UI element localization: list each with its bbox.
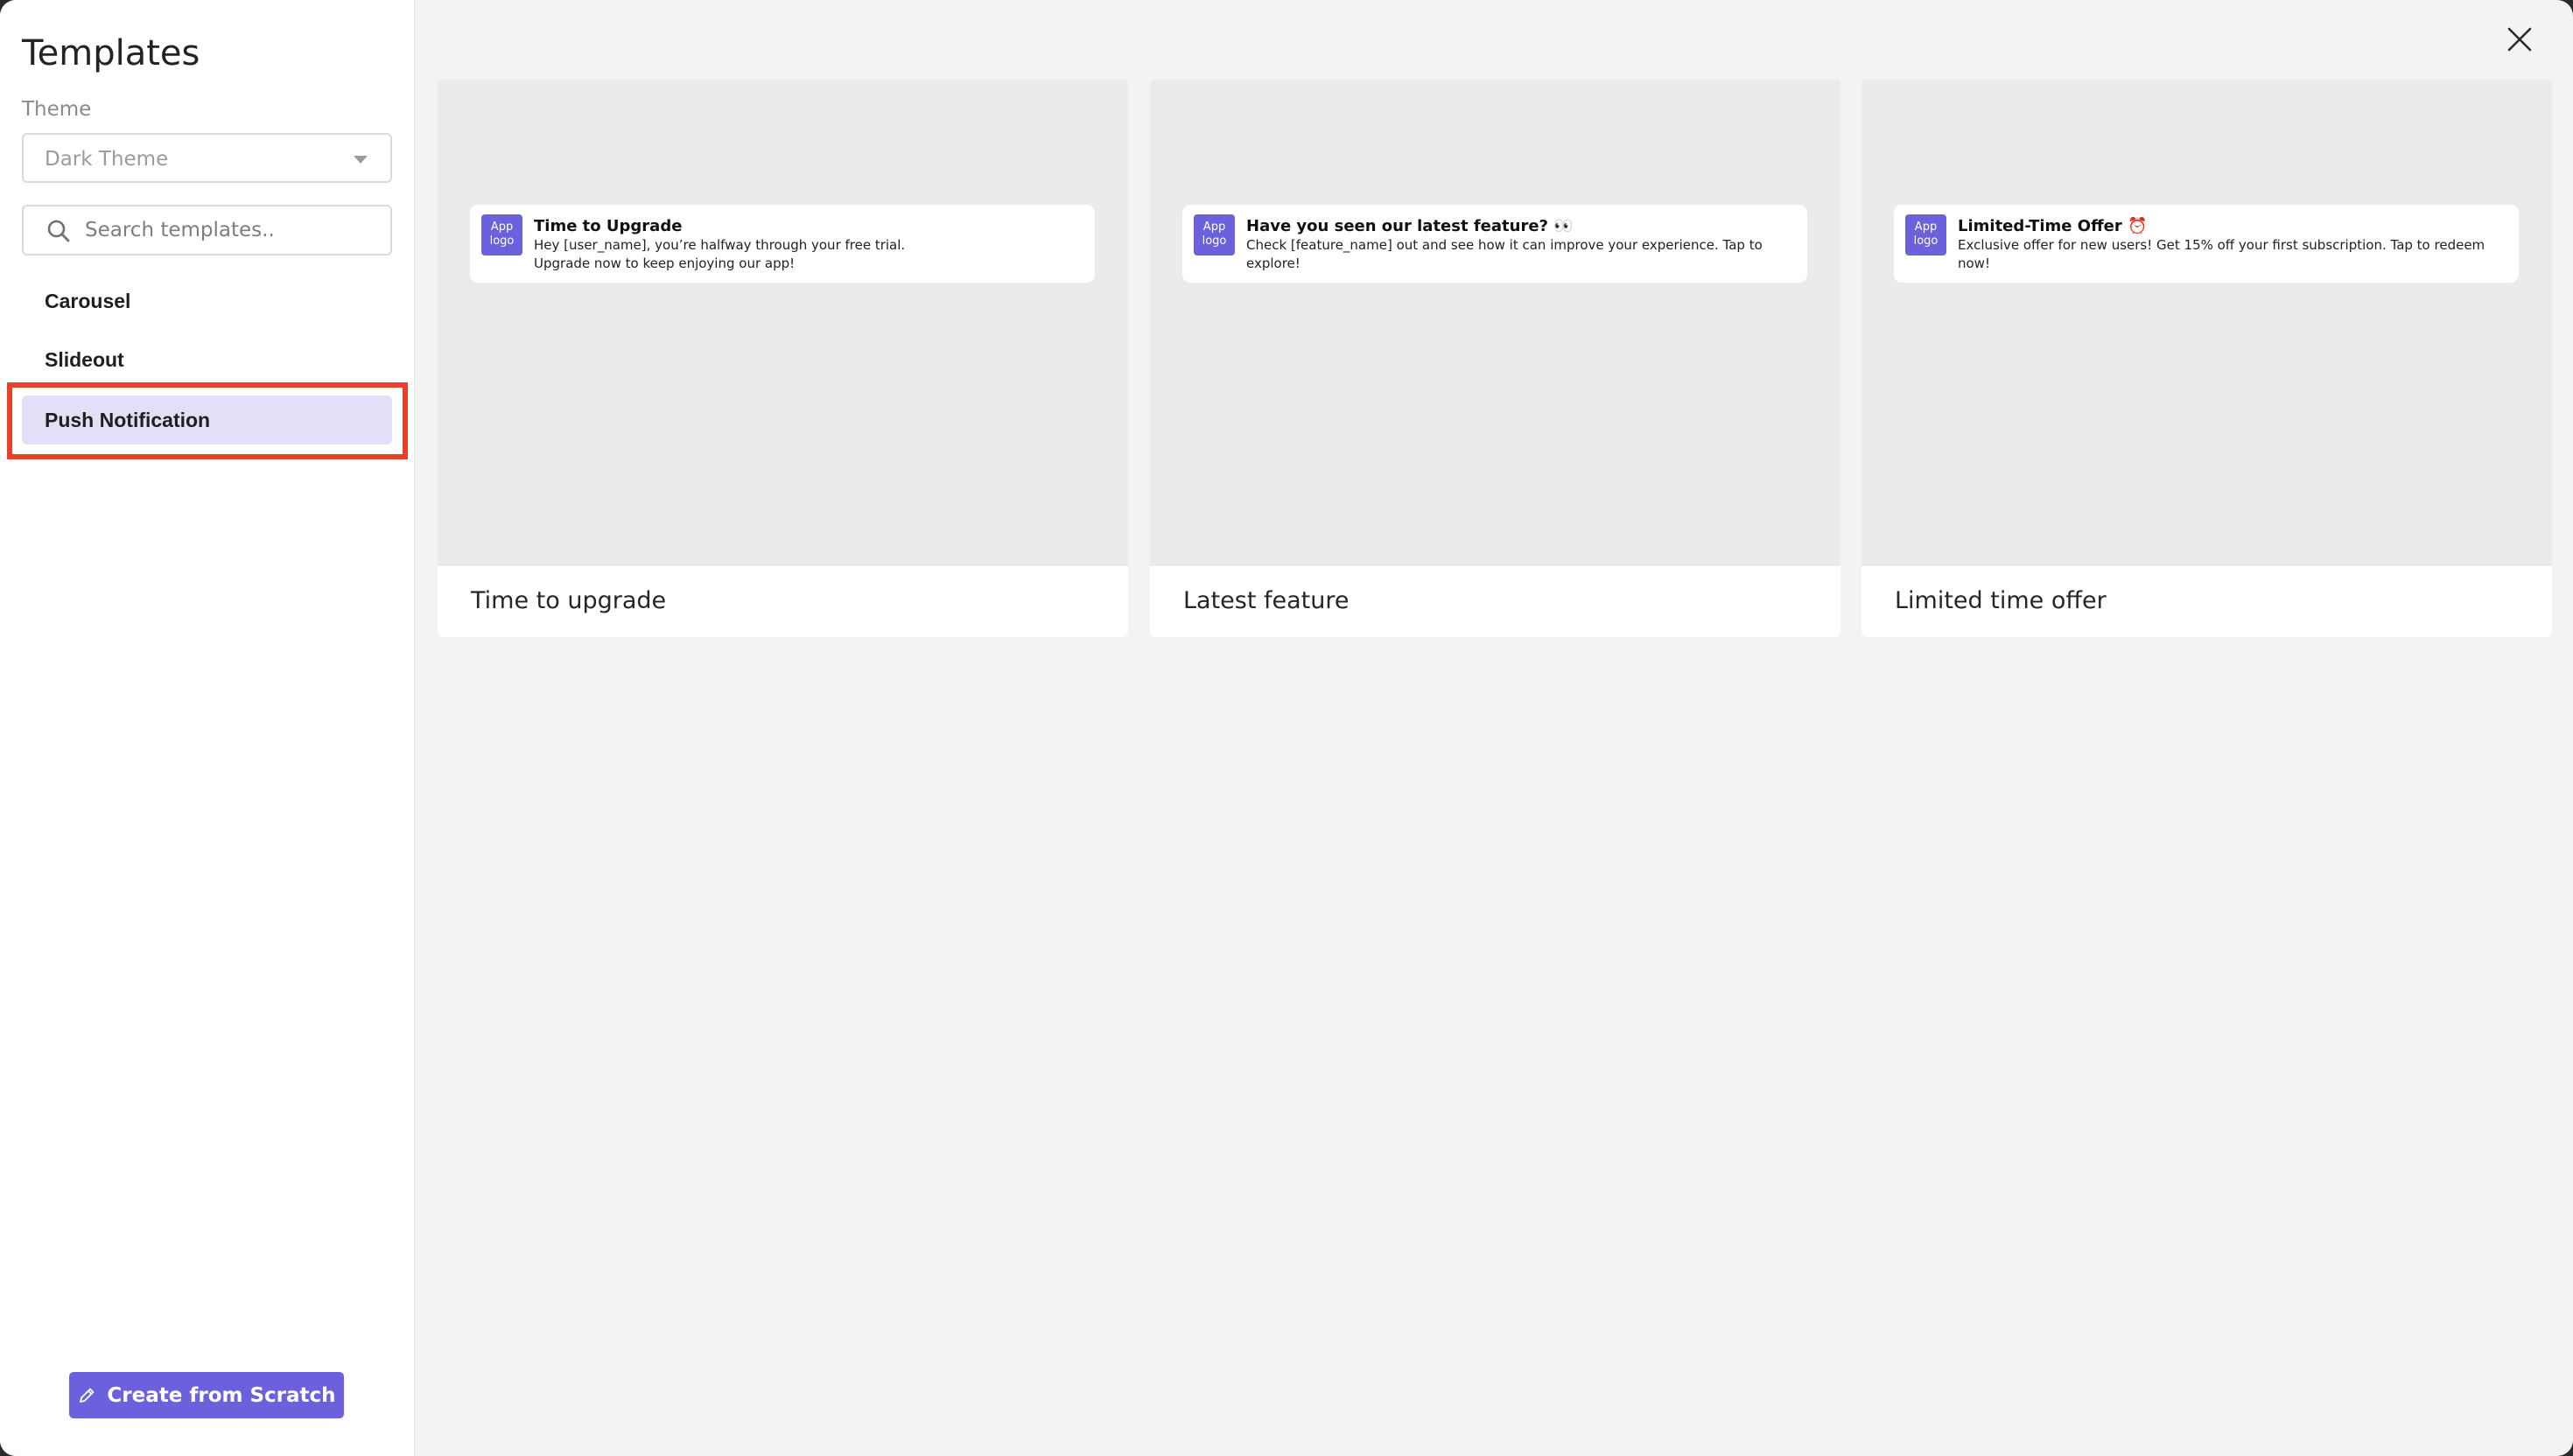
- theme-select[interactable]: Dark Theme: [22, 133, 392, 183]
- app-logo: App logo: [1905, 214, 1946, 256]
- pencil-icon: [80, 1388, 95, 1403]
- sidebar-title: Templates: [22, 33, 200, 74]
- create-button-label: Create from Scratch: [107, 1383, 336, 1407]
- notification-body: Upgrade now to keep enjoying our app!: [534, 256, 796, 271]
- search-icon: [47, 220, 70, 242]
- notification-title: Limited-Time Offer ⏰: [1958, 217, 2148, 235]
- notification-body: Hey [user_name], you’re halfway through …: [534, 237, 906, 253]
- sidebar-item-label: Carousel: [45, 290, 131, 312]
- notification-title: Have you seen our latest feature? 👀: [1246, 217, 1574, 235]
- sidebar-item-label: Slideout: [45, 348, 124, 371]
- app-logo: App logo: [1194, 214, 1235, 256]
- create-from-scratch-button[interactable]: Create from Scratch: [69, 1372, 344, 1418]
- push-notification-preview: App logo Limited-Time Offer ⏰ Exclusive …: [1894, 205, 2519, 283]
- theme-select-value: Dark Theme: [45, 148, 169, 171]
- template-card-time-to-upgrade[interactable]: App logo Time to Upgrade Hey [user_name]…: [438, 79, 1128, 637]
- notification-body: Exclusive offer for new users! Get 15% o…: [1958, 237, 2485, 271]
- chevron-down-icon: [354, 156, 368, 164]
- app-logo: App logo: [481, 214, 522, 256]
- sidebar-item-carousel[interactable]: Carousel: [22, 276, 392, 326]
- notification-body: Check [feature_name] out and see how it …: [1246, 237, 1763, 271]
- template-card-latest-feature[interactable]: App logo Have you seen our latest featur…: [1150, 79, 1840, 637]
- templates-sidebar: Templates Theme Dark Theme Carousel Slid…: [0, 0, 415, 1456]
- push-notification-preview: App logo Time to Upgrade Hey [user_name]…: [470, 205, 1095, 283]
- annotation-highlight-box: [7, 382, 408, 459]
- template-card-limited-time-offer[interactable]: App logo Limited-Time Offer ⏰ Exclusive …: [1861, 79, 2552, 637]
- template-caption: Latest feature: [1183, 587, 1350, 614]
- template-caption: Limited time offer: [1895, 587, 2107, 614]
- theme-label: Theme: [22, 98, 92, 121]
- template-preview: App logo Time to Upgrade Hey [user_name]…: [438, 79, 1128, 566]
- notification-title: Time to Upgrade: [534, 217, 683, 235]
- template-preview: App logo Have you seen our latest featur…: [1150, 79, 1840, 566]
- templates-modal: Templates Theme Dark Theme Carousel Slid…: [0, 0, 2573, 1456]
- push-notification-preview: App logo Have you seen our latest featur…: [1182, 205, 1807, 283]
- sidebar-item-slideout[interactable]: Slideout: [22, 335, 392, 384]
- search-input[interactable]: [85, 214, 374, 247]
- template-caption: Time to upgrade: [471, 587, 667, 614]
- close-icon[interactable]: [2506, 26, 2533, 52]
- search-field[interactable]: [22, 205, 392, 256]
- template-preview: App logo Limited-Time Offer ⏰ Exclusive …: [1861, 79, 2552, 566]
